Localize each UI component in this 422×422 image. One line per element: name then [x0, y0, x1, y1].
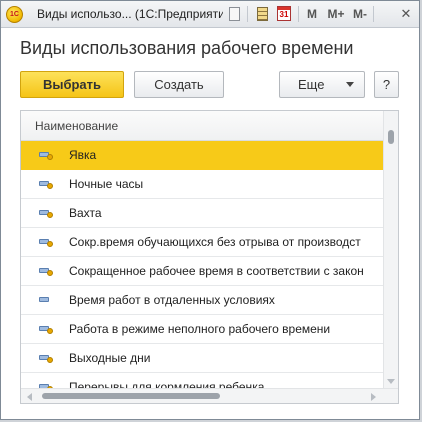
- row-label: Работа в режиме неполного рабочего време…: [69, 322, 331, 336]
- horizontal-scrollbar[interactable]: [21, 388, 398, 403]
- row-label: Выходные дни: [69, 351, 151, 365]
- scroll-left-icon[interactable]: [27, 393, 32, 401]
- more-dropdown-button[interactable]: Еще: [279, 71, 365, 98]
- calendar-icon[interactable]: 31: [277, 6, 291, 21]
- table-row[interactable]: Ночные часы: [21, 170, 384, 199]
- document-marked-icon: [39, 326, 53, 334]
- table-row[interactable]: Сокращенное рабочее время в соответствии…: [21, 257, 384, 286]
- vertical-scrollbar[interactable]: [383, 111, 398, 389]
- row-label: Ночные часы: [69, 177, 144, 191]
- horizontal-scroll-thumb[interactable]: [42, 393, 220, 399]
- row-label: Время работ в отдаленных условиях: [69, 293, 275, 307]
- title-bar[interactable]: 1C Виды использо... (1С:Предприятие) 31 …: [1, 1, 419, 28]
- document-marked-icon: [39, 268, 53, 276]
- table-row[interactable]: Сокр.время обучающихся без отрыва от про…: [21, 228, 384, 257]
- document-icon: [39, 297, 49, 302]
- vertical-scroll-thumb[interactable]: [388, 130, 394, 144]
- memory-subtract-button[interactable]: M-: [350, 5, 370, 23]
- table-row[interactable]: Вахта: [21, 199, 384, 228]
- divider: [247, 6, 248, 22]
- select-button[interactable]: Выбрать: [20, 71, 124, 98]
- column-header-name[interactable]: Наименование: [21, 111, 384, 141]
- row-label: Вахта: [69, 206, 102, 220]
- more-label: Еще: [298, 77, 325, 92]
- create-button[interactable]: Создать: [134, 71, 224, 98]
- document-marked-icon: [39, 210, 53, 218]
- document-marked-icon: [39, 152, 53, 160]
- document-icon[interactable]: [229, 7, 240, 21]
- scroll-right-icon[interactable]: [371, 393, 376, 401]
- table-row[interactable]: Время работ в отдаленных условиях: [21, 286, 384, 315]
- table-row[interactable]: Явка: [21, 141, 384, 170]
- document-marked-icon: [39, 355, 53, 363]
- app-window: 1C Виды использо... (1С:Предприятие) 31 …: [0, 0, 420, 420]
- document-marked-icon: [39, 181, 53, 189]
- row-label: Явка: [69, 148, 97, 162]
- chevron-down-icon: [346, 82, 354, 87]
- window-title: Виды использо... (1С:Предприятие): [37, 7, 223, 21]
- calculator-icon[interactable]: [257, 7, 268, 21]
- table-row[interactable]: Перерывы для кормления ребенка: [21, 373, 384, 389]
- document-marked-icon: [39, 239, 53, 247]
- page-title: Виды использования рабочего времени: [20, 38, 354, 58]
- table-row[interactable]: Работа в режиме неполного рабочего време…: [21, 315, 384, 344]
- 1c-logo-icon[interactable]: 1C: [6, 6, 23, 23]
- close-icon[interactable]: ✕: [397, 5, 415, 23]
- help-button[interactable]: ?: [374, 71, 399, 98]
- column-header-label: Наименование: [35, 119, 119, 133]
- table-row[interactable]: Выходные дни: [21, 344, 384, 373]
- memory-store-button[interactable]: M: [305, 5, 319, 23]
- row-label: Сокр.время обучающихся без отрыва от про…: [69, 235, 361, 249]
- divider: [298, 6, 299, 22]
- scroll-down-icon[interactable]: [387, 379, 395, 384]
- work-time-types-table[interactable]: Наименование Явка Ночные часы Вахта Сокр…: [20, 110, 399, 404]
- divider: [373, 6, 374, 22]
- table-body: Явка Ночные часы Вахта Сокр.время обучаю…: [21, 141, 384, 389]
- row-label: Сокращенное рабочее время в соответствии…: [69, 264, 364, 278]
- memory-add-button[interactable]: M+: [325, 5, 347, 23]
